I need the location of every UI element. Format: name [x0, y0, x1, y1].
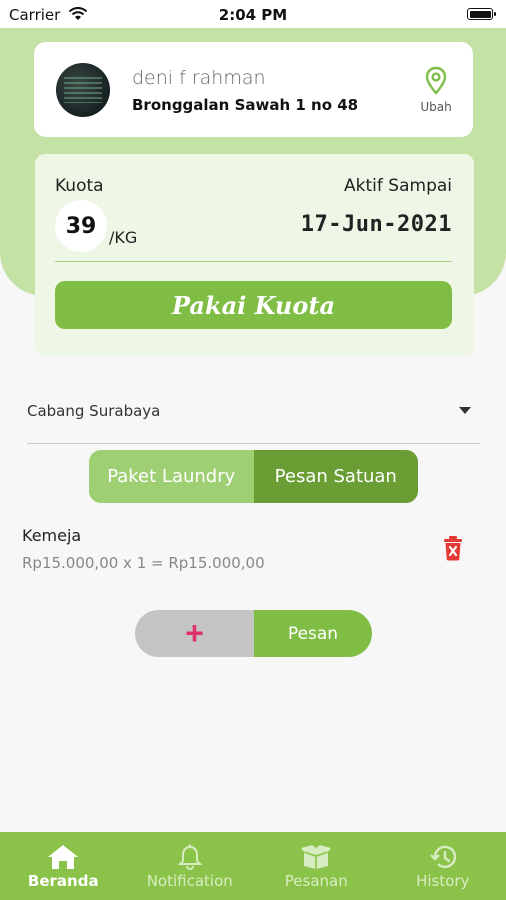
order-actions: + Pesan	[135, 610, 372, 657]
nav-item-pesanan[interactable]: Pesanan	[253, 832, 380, 900]
profile-address: Bronggalan Sawah 1 no 48	[132, 96, 359, 114]
order-button[interactable]: Pesan	[254, 610, 372, 657]
tab-label: Paket Laundry	[107, 466, 236, 487]
nav-item-beranda[interactable]: Beranda	[0, 832, 127, 900]
location-pin-icon	[424, 66, 448, 101]
tab-paket-laundry[interactable]: Paket Laundry	[89, 450, 254, 503]
quota-label: Kuota	[55, 176, 104, 196]
use-quota-button[interactable]: Pakai Kuota	[55, 281, 452, 329]
nav-item-notification[interactable]: Notification	[127, 832, 254, 900]
trash-icon	[441, 536, 465, 565]
nav-item-history[interactable]: History	[380, 832, 506, 900]
nav-label: Notification	[146, 872, 233, 890]
avatar	[56, 63, 110, 117]
box-icon	[300, 844, 332, 875]
bell-icon	[177, 844, 203, 875]
order-item-name: Kemeja	[22, 526, 82, 545]
nav-label: Pesanan	[284, 872, 348, 890]
add-item-button[interactable]: +	[135, 610, 254, 657]
home-icon	[47, 844, 79, 875]
tab-label: Pesan Satuan	[274, 466, 397, 487]
branch-selected-value: Cabang Surabaya	[27, 402, 161, 420]
tab-pesan-satuan[interactable]: Pesan Satuan	[253, 450, 418, 503]
branch-dropdown[interactable]: Cabang Surabaya	[27, 393, 480, 444]
quota-card: Kuota Aktif Sampai 39 /KG 17-Jun-2021 Pa…	[35, 154, 474, 356]
history-icon	[429, 844, 457, 875]
clock-label: 2:04 PM	[218, 6, 288, 24]
nav-label: History	[416, 872, 470, 890]
active-until-label: Aktif Sampai	[344, 176, 452, 196]
battery-icon	[467, 8, 496, 20]
quota-value: 39	[55, 200, 107, 252]
quota-unit: /KG	[109, 228, 138, 247]
order-type-segmented-control: Paket Laundry Pesan Satuan	[89, 450, 418, 503]
nav-label: Beranda	[27, 872, 99, 890]
bottom-navigation: Beranda Notification Pesanan History	[0, 832, 506, 900]
edit-label: Ubah	[420, 100, 452, 114]
profile-card: deni f rahman Bronggalan Sawah 1 no 48 U…	[34, 42, 473, 137]
caret-down-icon	[459, 407, 471, 414]
delete-item-button[interactable]	[441, 535, 465, 566]
order-item-detail: Rp15.000,00 x 1 = Rp15.000,00	[22, 554, 265, 572]
profile-name: deni f rahman	[132, 67, 266, 89]
edit-address-button[interactable]: Ubah	[412, 66, 460, 118]
status-bar: Carrier 2:04 PM	[0, 0, 506, 28]
active-until-date: 17-Jun-2021	[300, 212, 452, 237]
divider	[55, 261, 452, 262]
